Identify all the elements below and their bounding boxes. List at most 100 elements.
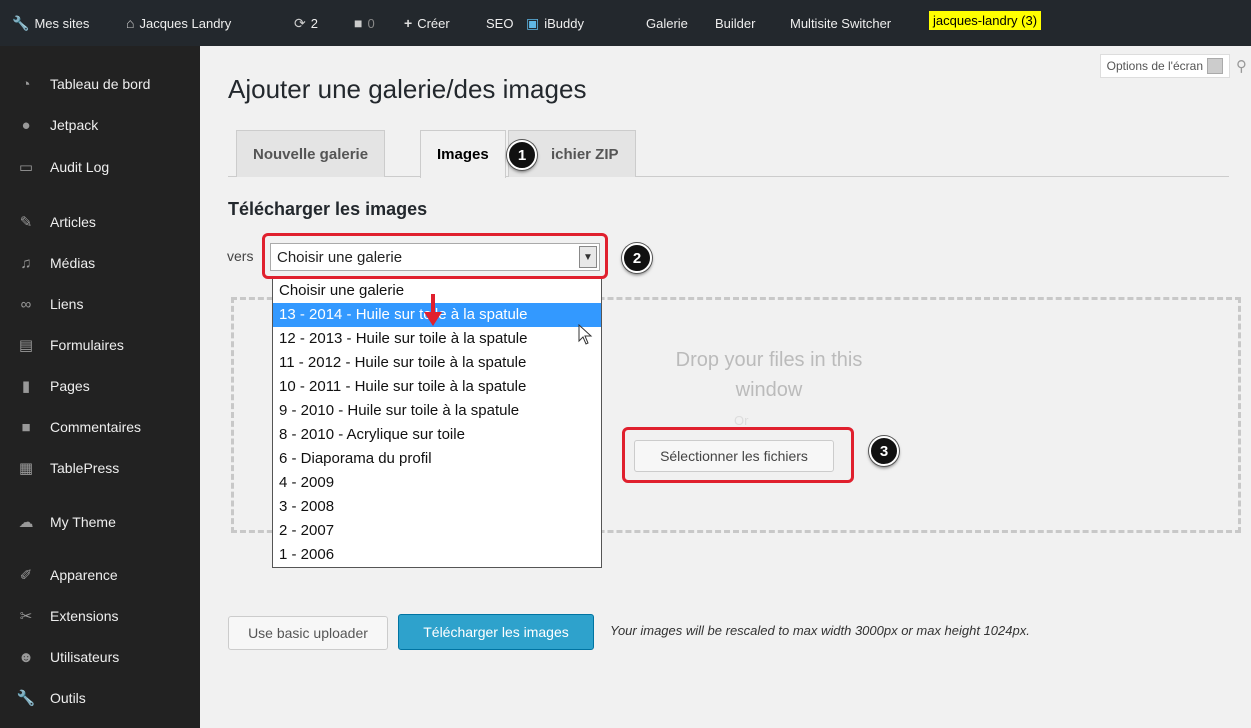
home-icon: ⌂ [126, 15, 135, 31]
site-name-label: Jacques Landry [139, 15, 232, 31]
sidebar-item-tools[interactable]: 🔧 Outils [0, 680, 200, 716]
users-icon: ☻ [18, 648, 34, 666]
appearance-icon: ✐ [19, 567, 33, 584]
media-icon: ♫ [20, 254, 32, 272]
rescale-note: Your images will be rescaled to max widt… [610, 623, 1030, 638]
builder-label: Builder [715, 15, 756, 31]
avatar [1207, 58, 1223, 74]
dropdown-option[interactable]: 11 - 2012 - Huile sur toile à la spatule [273, 351, 601, 375]
screen-options-button[interactable]: Options de l'écran [1099, 54, 1230, 78]
highlight-select-files [622, 427, 854, 483]
theme-icon: ☁ [18, 514, 34, 531]
sidebar-item-label: Extensions [50, 608, 119, 624]
dropdown-option[interactable]: 1 - 2006 [273, 543, 601, 567]
sidebar-item-label: Jetpack [50, 117, 99, 133]
ibuddy-icon: ▣ [526, 14, 540, 31]
sidebar-item-label: My Theme [50, 514, 116, 530]
sidebar-item-label: Pages [50, 378, 90, 394]
sidebar-item-dashboard[interactable]: ◔ Tableau de bord [0, 66, 200, 102]
audit-log-icon: ▭ [18, 159, 34, 176]
sidebar-item-articles[interactable]: ✎ Articles [0, 204, 200, 240]
sidebar-item-users[interactable]: ☻ Utilisateurs [0, 639, 200, 675]
dropdown-option[interactable]: 12 - 2013 - Huile sur toile à la spatule [273, 327, 601, 351]
dropdown-option[interactable]: 3 - 2008 [273, 495, 601, 519]
site-name-menu[interactable]: ⌂ Jacques Landry [126, 0, 231, 46]
sidebar-item-tablepress[interactable]: ▦ TablePress [0, 450, 200, 486]
screen-options: Options de l'écran ⚲ [1099, 54, 1247, 78]
tab-images[interactable]: Images [420, 130, 506, 178]
admin-sidebar: ◔ Tableau de bord ● Jetpack ▭ Audit Log … [0, 46, 200, 728]
upload-section-title: Télécharger les images [228, 199, 428, 219]
user-site-menu[interactable]: jacques-landry (3) [929, 11, 1042, 30]
builder-menu[interactable]: Builder [715, 0, 755, 46]
upload-images-button[interactable]: Télécharger les images [398, 614, 594, 650]
sidebar-item-label: Audit Log [50, 159, 110, 175]
sidebar-item-label: Formulaires [50, 337, 124, 353]
basic-uploader-button[interactable]: Use basic uploader [228, 616, 388, 650]
step-3-marker: 3 [869, 436, 899, 466]
sidebar-item-label: Liens [50, 296, 84, 312]
ibuddy-label: iBuddy [544, 15, 584, 31]
tools-icon: 🔧 [16, 690, 36, 707]
plus-icon: + [404, 15, 413, 31]
sidebar-item-label: TablePress [50, 460, 120, 476]
red-arrow-head-icon [424, 312, 442, 326]
dashboard-icon: ◔ [21, 75, 31, 93]
updates-count: 2 [310, 15, 318, 31]
drop-or-label: Or [734, 413, 749, 428]
sidebar-item-label: Commentaires [50, 419, 142, 435]
dropdown-option[interactable]: 4 - 2009 [273, 471, 601, 495]
dropdown-option[interactable]: 10 - 2011 - Huile sur toile à la spatule [273, 375, 601, 399]
sidebar-item-label: Tableau de bord [50, 76, 151, 92]
refresh-icon: ⟳ [294, 14, 306, 31]
gallery-tabs: Nouvelle galerie Images ichier ZIP [228, 130, 1229, 178]
multisite-label: Multisite Switcher [790, 15, 892, 31]
dropdown-option[interactable]: Choisir une galerie [273, 279, 601, 303]
create-label: Créer [417, 15, 450, 31]
highlight-gallery-select [262, 233, 608, 279]
comments-count: 0 [367, 15, 375, 31]
updates-menu[interactable]: ⟳ 2 [294, 0, 318, 46]
dropdown-option[interactable]: 2 - 2007 [273, 519, 601, 543]
pages-icon: ▮ [21, 378, 31, 395]
seo-menu[interactable]: SEO [486, 0, 513, 46]
dropdown-option[interactable]: 8 - 2010 - Acrylique sur toile [273, 423, 601, 447]
user-site-label: jacques-landry (3) [933, 13, 1038, 28]
sidebar-item-appearance[interactable]: ✐ Apparence [0, 557, 200, 593]
sidebar-item-label: Apparence [50, 567, 118, 583]
multisite-switcher-menu[interactable]: Multisite Switcher [790, 0, 891, 46]
sidebar-item-audit-log[interactable]: ▭ Audit Log [0, 149, 200, 185]
sidebar-item-plugins[interactable]: ✂ Extensions [0, 598, 200, 634]
admin-bar: 🔧 Mes sites ⌂ Jacques Landry ⟳ 2 ■ 0 + C… [0, 0, 1251, 46]
sidebar-item-links[interactable]: ∞ Liens [0, 286, 200, 322]
create-menu[interactable]: + Créer [404, 0, 450, 46]
mouse-cursor-icon [578, 324, 593, 345]
drop-text-line2: window [735, 379, 803, 401]
forms-icon: ▤ [18, 337, 34, 354]
sidebar-item-label: Articles [50, 214, 96, 230]
wrench-icon: 🔧 [12, 14, 30, 31]
drop-text-line1: Drop your files in this [675, 349, 863, 371]
sidebar-item-label: Médias [50, 255, 96, 271]
dropdown-option[interactable]: 9 - 2010 - Huile sur toile à la spatule [273, 399, 601, 423]
sidebar-item-jetpack[interactable]: ● Jetpack [0, 107, 200, 143]
pushpin-icon: ✎ [19, 214, 33, 231]
comments-menu[interactable]: ■ 0 [354, 0, 375, 46]
search-icon[interactable]: ⚲ [1236, 57, 1247, 75]
seo-label: SEO [486, 15, 514, 31]
sidebar-item-media[interactable]: ♫ Médias [0, 245, 200, 281]
sidebar-item-my-theme[interactable]: ☁ My Theme [0, 504, 200, 540]
gallery-menu[interactable]: Galerie [646, 0, 688, 46]
tab-new-gallery[interactable]: Nouvelle galerie [236, 130, 386, 177]
sidebar-item-comments[interactable]: ■ Commentaires [0, 409, 200, 445]
ibuddy-menu[interactable]: ▣ iBuddy [526, 0, 584, 46]
comment-bubble-icon: ■ [354, 15, 363, 31]
main-content: Options de l'écran ⚲ Ajouter une galerie… [200, 46, 1251, 728]
page-title: Ajouter une galerie/des images [228, 74, 587, 104]
sidebar-item-pages[interactable]: ▮ Pages [0, 368, 200, 404]
dropdown-option[interactable]: 6 - Diaporama du profil [273, 447, 601, 471]
step-2-marker: 2 [622, 243, 652, 273]
gallery-label: Galerie [646, 15, 688, 31]
sidebar-item-forms[interactable]: ▤ Formulaires [0, 327, 200, 363]
my-sites-menu[interactable]: 🔧 Mes sites [12, 0, 89, 46]
